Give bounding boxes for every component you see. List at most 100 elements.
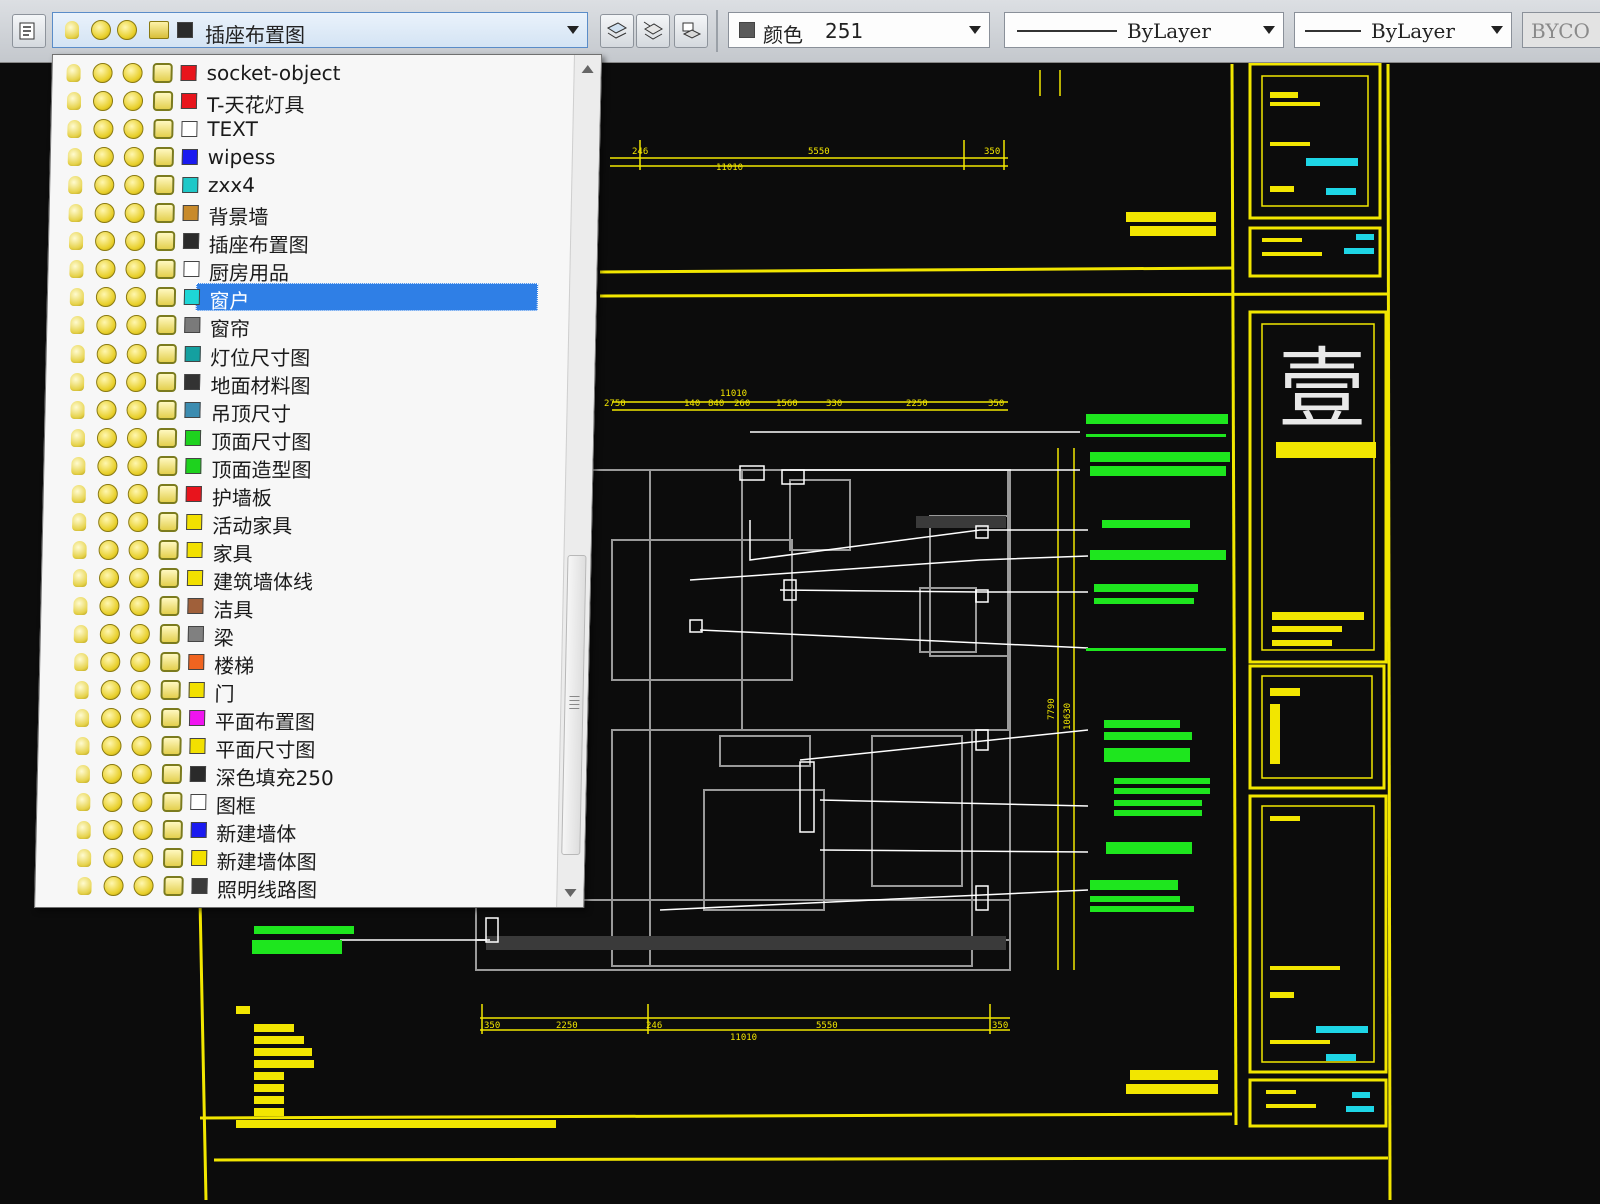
color-swatch[interactable]	[177, 22, 193, 38]
lightbulb-icon[interactable]	[72, 568, 88, 587]
freeze-sun-icon[interactable]	[101, 736, 122, 757]
color-swatch[interactable]	[189, 794, 207, 811]
lightbulb-icon[interactable]	[71, 484, 87, 503]
lightbulb-icon[interactable]	[70, 372, 85, 391]
lock-icon[interactable]	[162, 876, 184, 897]
layer-row[interactable]: 平面布置图	[39, 704, 560, 734]
lightbulb-icon[interactable]	[76, 849, 91, 868]
layer-row[interactable]: 厨房用品	[48, 255, 569, 285]
layer-row[interactable]: 建筑墙体线	[42, 564, 563, 594]
lock-icon[interactable]	[153, 175, 175, 196]
lightbulb-icon[interactable]	[66, 92, 82, 111]
lightbulb-icon[interactable]	[76, 821, 91, 840]
viewport-freeze-icon[interactable]	[131, 764, 152, 785]
freeze-sun-icon[interactable]	[93, 119, 114, 140]
color-swatch[interactable]	[190, 822, 207, 839]
lightbulb-icon[interactable]	[70, 344, 85, 363]
viewport-freeze-icon[interactable]	[124, 203, 145, 224]
lock-icon[interactable]	[156, 343, 177, 364]
freeze-sun-icon[interactable]	[98, 567, 120, 588]
layer-row[interactable]: 门	[39, 676, 560, 706]
color-swatch[interactable]	[180, 93, 198, 110]
chevron-down-icon[interactable]	[567, 26, 579, 34]
layer-row[interactable]: 新建墙体图	[36, 844, 557, 874]
lock-icon[interactable]	[152, 91, 174, 112]
lightbulb-icon[interactable]	[76, 877, 92, 896]
viewport-freeze-icon[interactable]	[129, 652, 151, 673]
lock-icon[interactable]	[158, 539, 179, 560]
viewport-freeze-icon[interactable]	[129, 624, 151, 644]
viewport-freeze-icon[interactable]	[123, 119, 144, 140]
viewport-freeze-icon[interactable]	[130, 708, 152, 729]
viewport-freeze-icon[interactable]	[124, 231, 145, 252]
viewport-freeze-icon[interactable]	[125, 287, 146, 308]
lock-icon[interactable]	[159, 652, 181, 673]
viewport-freeze-icon[interactable]	[128, 539, 149, 560]
freeze-sun-icon[interactable]	[94, 259, 116, 280]
linetype-combo[interactable]: ByLayer	[1004, 12, 1284, 48]
lightbulb-icon[interactable]	[71, 428, 86, 447]
color-swatch[interactable]	[187, 626, 205, 642]
lock-icon[interactable]	[161, 736, 182, 757]
layer-row[interactable]: 新建墙体	[36, 816, 557, 846]
lock-icon[interactable]	[153, 119, 174, 140]
freeze-sun-icon[interactable]	[96, 399, 118, 420]
lock-icon[interactable]	[155, 315, 177, 336]
color-swatch[interactable]	[180, 65, 197, 81]
layer-row[interactable]: 灯位尺寸图	[46, 340, 567, 370]
layer-row[interactable]: 深色填充250	[38, 760, 559, 790]
layer-row[interactable]: 照明线路图	[35, 872, 556, 902]
viewport-freeze-icon[interactable]	[123, 175, 145, 196]
color-swatch[interactable]	[181, 121, 198, 138]
layer-row[interactable]: 顶面造型图	[44, 452, 565, 482]
viewport-freeze-icon[interactable]	[132, 876, 154, 897]
lightbulb-icon[interactable]	[73, 596, 88, 615]
lightbulb-icon[interactable]	[75, 793, 91, 812]
viewport-freeze-icon[interactable]	[131, 792, 153, 813]
viewport-freeze-icon[interactable]	[132, 820, 153, 841]
color-swatch[interactable]	[184, 373, 201, 390]
lightbulb-icon[interactable]	[68, 260, 84, 279]
lightbulb-icon[interactable]	[72, 512, 87, 531]
layer-row[interactable]: wipess	[51, 143, 572, 171]
color-swatch[interactable]	[183, 317, 201, 334]
freeze-sun-icon[interactable]	[99, 652, 121, 673]
lightbulb-icon[interactable]	[75, 737, 90, 756]
viewport-freeze-icon[interactable]	[117, 20, 137, 40]
freeze-sun-icon[interactable]	[95, 287, 116, 308]
lock-icon[interactable]	[161, 764, 182, 785]
lock-icon[interactable]	[162, 848, 183, 869]
viewport-freeze-icon[interactable]	[130, 680, 151, 701]
lightbulb-icon[interactable]	[69, 316, 85, 335]
freeze-sun-icon[interactable]	[94, 203, 115, 224]
viewport-freeze-icon[interactable]	[127, 427, 148, 448]
freeze-sun-icon[interactable]	[91, 20, 111, 40]
viewport-freeze-icon[interactable]	[131, 736, 152, 757]
lightbulb-icon[interactable]	[70, 400, 86, 419]
color-swatch[interactable]	[186, 541, 203, 558]
viewport-freeze-icon[interactable]	[126, 399, 148, 420]
freeze-sun-icon[interactable]	[100, 708, 122, 729]
lightbulb-icon[interactable]	[71, 456, 86, 475]
color-swatch[interactable]	[188, 654, 205, 671]
color-swatch[interactable]	[188, 682, 205, 699]
layer-row[interactable]: 护墙板	[43, 480, 564, 510]
color-swatch[interactable]	[182, 261, 200, 278]
lock-icon[interactable]	[157, 455, 178, 476]
viewport-freeze-icon[interactable]	[127, 455, 148, 476]
lock-icon[interactable]	[159, 624, 181, 644]
freeze-sun-icon[interactable]	[95, 315, 117, 336]
viewport-freeze-icon[interactable]	[126, 371, 147, 392]
layer-row[interactable]: 洁具	[41, 592, 562, 622]
viewport-freeze-icon[interactable]	[122, 91, 144, 112]
viewport-freeze-icon[interactable]	[125, 315, 147, 336]
lightbulb-icon[interactable]	[68, 204, 83, 223]
freeze-sun-icon[interactable]	[93, 147, 114, 168]
freeze-sun-icon[interactable]	[102, 876, 124, 897]
freeze-sun-icon[interactable]	[98, 539, 119, 560]
viewport-freeze-icon[interactable]	[124, 259, 146, 280]
lightbulb-icon[interactable]	[68, 232, 83, 251]
layer-row[interactable]: TEXT	[51, 115, 572, 143]
chevron-down-icon[interactable]	[969, 26, 981, 34]
lock-icon[interactable]	[154, 259, 176, 280]
